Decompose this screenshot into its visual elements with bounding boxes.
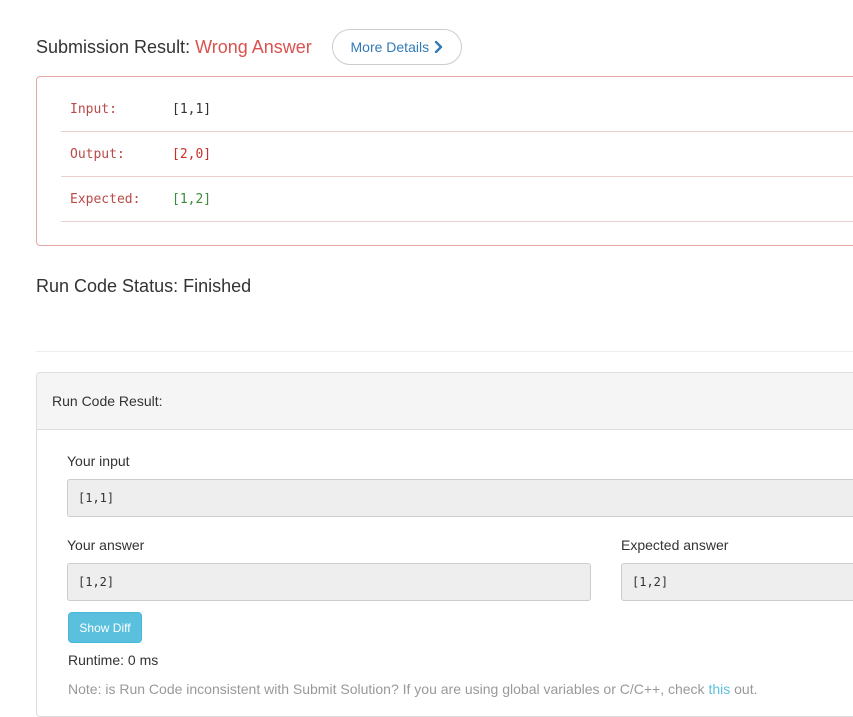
- section-divider: [36, 351, 853, 352]
- consistency-note: Note: is Run Code inconsistent with Subm…: [68, 681, 758, 697]
- note-link[interactable]: this: [708, 681, 730, 697]
- chevron-right-icon: [434, 41, 443, 53]
- your-input-field[interactable]: [1,1]: [67, 479, 853, 517]
- submission-result-label: Submission Result:: [36, 36, 191, 57]
- panel-title: Run Code Result:: [37, 373, 853, 430]
- wrong-answer-details: Input: [1,1] Output: [2,0] Expected: [1,…: [36, 76, 853, 246]
- your-input-label: Your input: [67, 453, 130, 469]
- input-row: Input: [1,1]: [61, 87, 853, 132]
- output-value: [2,0]: [172, 146, 212, 162]
- run-code-result-panel: Run Code Result: Your input [1,1] Your a…: [36, 372, 853, 717]
- show-diff-button[interactable]: Show Diff: [68, 612, 142, 643]
- note-suffix: out.: [730, 681, 758, 697]
- output-row: Output: [2,0]: [61, 132, 853, 177]
- your-answer-field[interactable]: [1,2]: [67, 563, 591, 601]
- expected-key: Expected:: [70, 191, 141, 207]
- submission-header: Submission Result: Wrong Answer More Det…: [36, 28, 462, 66]
- more-details-label: More Details: [350, 39, 430, 55]
- expected-answer-field[interactable]: [1,2]: [621, 563, 853, 601]
- run-code-status: Run Code Status: Finished: [36, 276, 252, 296]
- more-details-button[interactable]: More Details: [331, 29, 462, 65]
- expected-value: [1,2]: [172, 191, 212, 207]
- expected-answer-label: Expected answer: [621, 537, 729, 553]
- input-value: [1,1]: [172, 101, 212, 117]
- submission-status: Wrong Answer: [195, 36, 312, 57]
- expected-row: Expected: [1,2]: [61, 177, 853, 222]
- runtime-text: Runtime: 0 ms: [68, 652, 159, 668]
- input-key: Input:: [70, 101, 117, 117]
- note-text: Note: is Run Code inconsistent with Subm…: [68, 681, 709, 697]
- output-key: Output:: [70, 146, 125, 162]
- your-answer-label: Your answer: [67, 537, 145, 553]
